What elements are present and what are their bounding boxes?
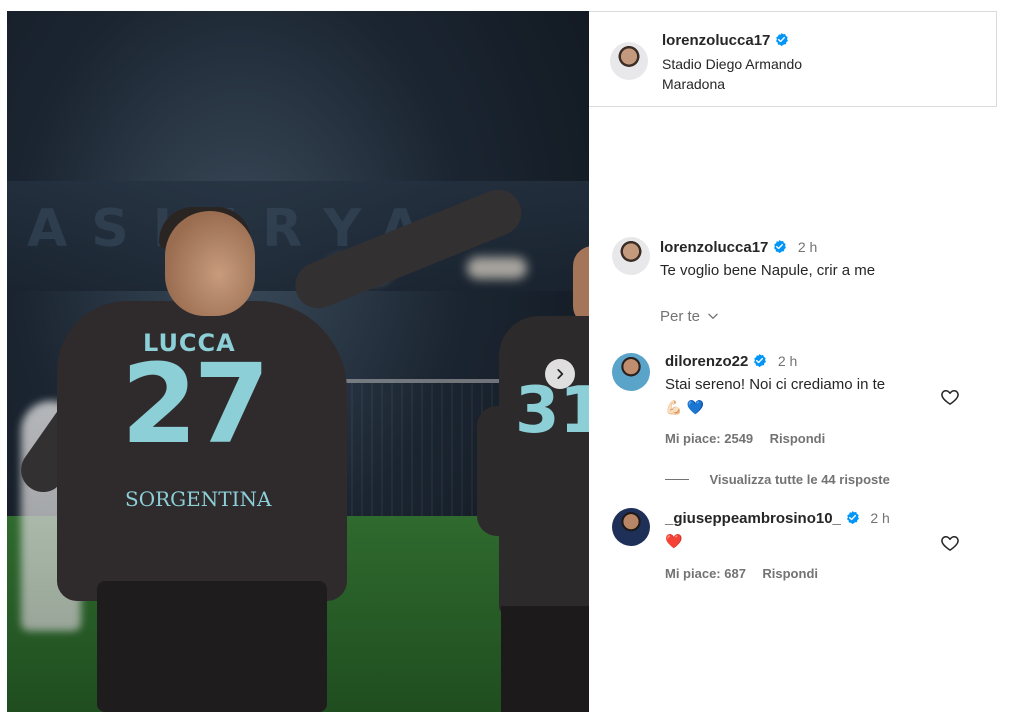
author-avatar[interactable] — [610, 42, 648, 80]
verified-badge-icon — [776, 32, 789, 47]
verified-badge-icon — [754, 353, 767, 368]
caption-text: Te voglio bene Napule, crir a me — [660, 262, 876, 279]
player-figure: LUCCA 27 SORGENTINA — [12, 182, 529, 712]
post-header: lorenzolucca17 Stadio Diego Armando Mara… — [589, 11, 997, 107]
teammate-figure: 31 — [477, 246, 589, 712]
comment-avatar[interactable] — [612, 508, 650, 546]
replies-divider — [665, 479, 689, 480]
comment-header: _giuseppeambrosino10_ 2 h — [665, 510, 890, 528]
view-replies-label: Visualizza tutte le 44 risposte — [709, 472, 890, 487]
heart-outline-icon[interactable] — [940, 533, 960, 553]
caption-author-username[interactable]: lorenzolucca17 — [660, 239, 768, 256]
comment-emoji: ❤️ — [665, 534, 683, 550]
reply-button[interactable]: Rispondi — [762, 566, 818, 581]
verified-badge-icon — [846, 510, 859, 525]
post-image[interactable]: ASIURYA 31 LUCCA 27 SORGENTINA — [7, 11, 589, 712]
comment-time: 2 h — [870, 510, 890, 526]
comment-username[interactable]: dilorenzo22 — [665, 353, 748, 370]
next-image-button[interactable] — [545, 359, 575, 389]
caption-header: lorenzolucca17 2 h — [660, 239, 817, 257]
author-line: lorenzolucca17 — [662, 32, 789, 50]
comment-avatar[interactable] — [612, 353, 650, 391]
post-side-panel: lorenzolucca17 Stadio Diego Armando Mara… — [589, 11, 997, 712]
comment-emoji: 💪🏻 💙 — [665, 400, 705, 416]
jersey-sponsor: SORGENTINA — [125, 487, 272, 511]
comment-likes[interactable]: Mi piace: 2549 — [665, 431, 753, 446]
comment-text: Stai sereno! Noi ci crediamo in te — [665, 376, 886, 393]
jersey-number: 27 — [121, 340, 270, 468]
reply-button[interactable]: Rispondi — [770, 431, 826, 446]
comment-filter-label: Per te — [660, 308, 701, 325]
post-location[interactable]: Stadio Diego Armando Maradona — [662, 54, 832, 94]
author-username[interactable]: lorenzolucca17 — [662, 32, 770, 49]
comment-likes[interactable]: Mi piace: 687 — [665, 566, 746, 581]
view-replies-button[interactable]: Visualizza tutte le 44 risposte — [665, 471, 890, 489]
comment-actions: Mi piace: 687 Rispondi — [665, 565, 818, 583]
heart-outline-icon[interactable] — [940, 387, 960, 407]
comment-username[interactable]: _giuseppeambrosino10_ — [665, 510, 841, 527]
chevron-right-icon — [557, 369, 564, 379]
verified-badge-icon — [774, 239, 787, 254]
caption-time: 2 h — [797, 239, 818, 255]
comment-filter-dropdown[interactable]: Per te — [660, 308, 720, 325]
comment-header: dilorenzo22 2 h — [665, 353, 797, 371]
caption-author-avatar[interactable] — [612, 237, 650, 275]
comment-time: 2 h — [777, 353, 798, 369]
chevron-down-icon — [708, 313, 718, 319]
comment-actions: Mi piace: 2549 Rispondi — [665, 430, 825, 448]
